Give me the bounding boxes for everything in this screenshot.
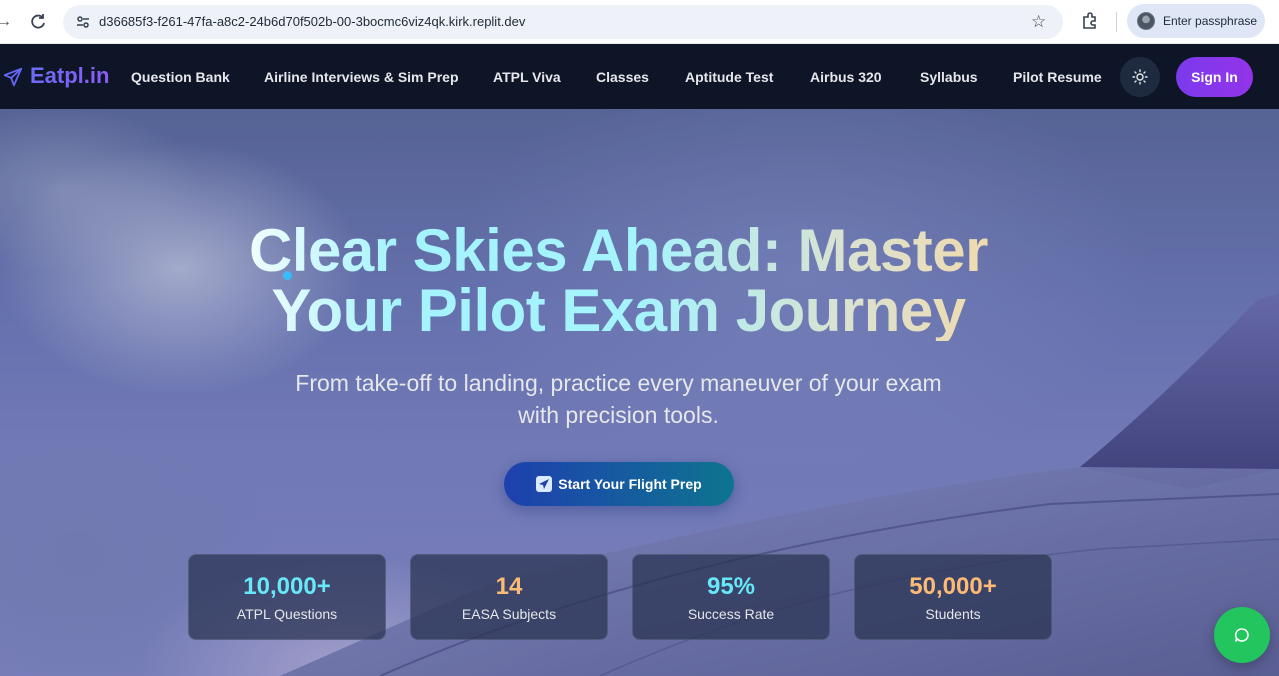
stat-label: Students xyxy=(925,606,981,622)
nav-classes[interactable]: Classes xyxy=(596,69,649,85)
headline-line-1: Clear Skies Ahead: Master xyxy=(249,217,988,284)
reload-icon[interactable] xyxy=(28,12,48,32)
forward-arrow-icon[interactable]: → xyxy=(0,12,12,32)
chat-button[interactable] xyxy=(1214,607,1270,663)
extensions-icon[interactable] xyxy=(1080,11,1100,31)
sun-icon xyxy=(1132,69,1148,85)
stat-label: Success Rate xyxy=(687,606,775,622)
url-text[interactable]: d36685f3-f261-47fa-a8c2-24b6d70f502b-00-… xyxy=(99,14,525,29)
nav-airbus-320[interactable]: Airbus 320 xyxy=(810,69,882,85)
hero-subtitle: From take-off to landing, practice every… xyxy=(240,367,997,431)
nav-atpl-viva[interactable]: ATPL Viva xyxy=(493,69,561,85)
theme-toggle-button[interactable] xyxy=(1120,57,1160,97)
site-logo[interactable]: Eatpl.in xyxy=(30,63,109,89)
nav-syllabus[interactable]: Syllabus xyxy=(920,69,978,85)
airplane-icon xyxy=(3,67,23,87)
mouse-cursor xyxy=(283,271,292,280)
cta-label: Start Your Flight Prep xyxy=(558,476,702,492)
hero-section: Clear Skies Ahead: Master Your Pilot Exa… xyxy=(0,109,1279,676)
subtitle-line-2: with precision tools. xyxy=(518,402,719,428)
stat-card-success-rate: 95% Success Rate xyxy=(632,554,830,640)
browser-toolbar: → d36685f3-f261-47fa-a8c2-24b6d70f502b-0… xyxy=(0,0,1279,44)
avatar xyxy=(1137,12,1155,30)
site-info-icon[interactable] xyxy=(75,14,91,30)
stat-card-students: 50,000+ Students xyxy=(854,554,1052,640)
airplane-icon xyxy=(536,476,553,492)
nav-pilot-resume[interactable]: Pilot Resume xyxy=(1013,69,1102,85)
stat-card-subjects: 14 EASA Subjects xyxy=(410,554,608,640)
bookmark-star-icon[interactable]: ☆ xyxy=(1031,12,1046,32)
sign-in-button[interactable]: Sign In xyxy=(1176,57,1253,97)
stat-label: EASA Subjects xyxy=(461,606,557,622)
nav-airline-interviews[interactable]: Airline Interviews & Sim Prep xyxy=(264,69,459,85)
nav-question-bank[interactable]: Question Bank xyxy=(131,69,230,85)
stat-card-questions: 10,000+ ATPL Questions xyxy=(188,554,386,640)
subtitle-line-1: From take-off to landing, practice every… xyxy=(295,370,942,396)
stat-value: 10,000+ xyxy=(243,573,331,600)
toolbar-divider xyxy=(1116,12,1117,32)
stat-value: 50,000+ xyxy=(909,573,997,600)
address-bar[interactable]: d36685f3-f261-47fa-a8c2-24b6d70f502b-00-… xyxy=(63,5,1063,39)
profile-button[interactable]: Enter passphrase xyxy=(1127,4,1265,38)
site-header: Eatpl.in Question Bank Airline Interview… xyxy=(0,45,1279,109)
stat-value: 95% xyxy=(706,573,756,600)
stat-label: ATPL Questions xyxy=(236,606,338,622)
hero-headline: Clear Skies Ahead: Master Your Pilot Exa… xyxy=(0,221,1237,341)
stat-value: 14 xyxy=(495,573,523,600)
chat-icon xyxy=(1234,628,1249,642)
nav-aptitude-test[interactable]: Aptitude Test xyxy=(685,69,773,85)
profile-label: Enter passphrase xyxy=(1163,14,1258,28)
headline-line-2: Your Pilot Exam Journey xyxy=(271,277,966,344)
start-flight-prep-button[interactable]: Start Your Flight Prep xyxy=(504,462,734,506)
